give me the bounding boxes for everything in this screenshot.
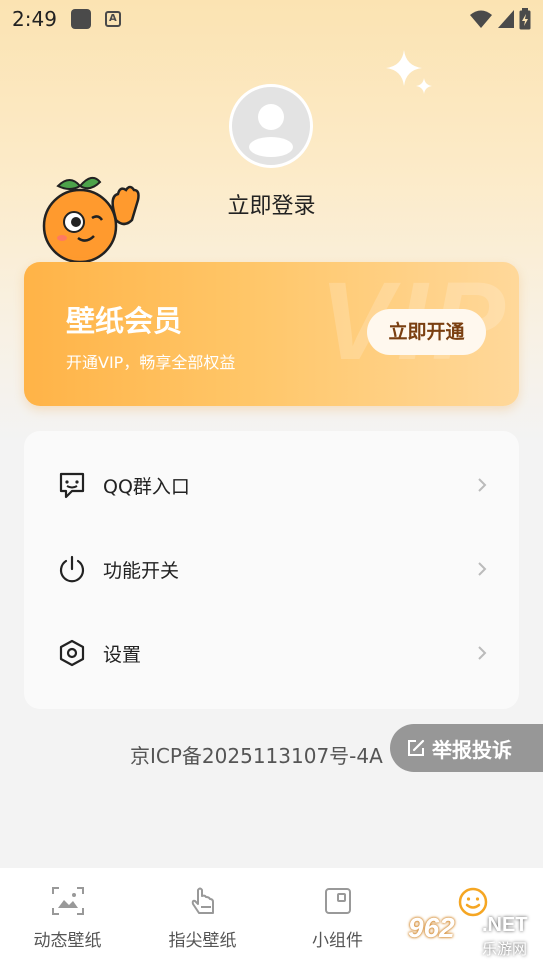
watermark-site-name: 乐游网 [482,940,528,958]
menu-item-label: 设置 [103,643,142,666]
sparkle-icon [386,50,432,94]
image-frame-icon [51,887,84,915]
hexagon-settings-icon [59,639,85,667]
status-icons [469,8,531,30]
signal-icon [498,10,514,28]
battery-icon [519,8,531,30]
power-icon [59,555,85,583]
tab-fingertip-wallpaper[interactable]: 指尖壁纸 [135,868,270,965]
chat-bubble-icon [59,472,85,499]
tab-live-wallpaper[interactable]: 动态壁纸 [0,868,135,965]
menu-item-label: QQ群入口 [103,475,190,498]
wifi-icon [470,10,492,28]
chevron-right-icon [478,562,487,576]
tab-label: 指尖壁纸 [168,931,237,951]
tab-label: 小组件 [312,931,363,951]
vip-membership-card[interactable]: VIP 壁纸会员 开通VIP，畅享全部权益 立即开通 [24,262,519,406]
edit-note-icon [408,739,425,756]
widget-icon [324,888,351,914]
user-silhouette-icon [249,104,293,157]
vip-title: 壁纸会员 [66,304,183,338]
chevron-right-icon [478,646,487,660]
menu-item-settings[interactable]: 设置 [24,611,519,695]
watermark-suffix: .NET [482,914,528,936]
keyboard-a-icon: A [104,11,121,27]
report-complaint-button[interactable]: 举报投诉 [390,724,543,772]
notification-app-icon [70,9,91,29]
finger-tap-icon [191,887,214,914]
tab-label: 动态壁纸 [33,931,102,951]
site-watermark-logo: 962 .NET 乐游网 [400,912,543,962]
menu-item-qq-group[interactable]: QQ群入口 [24,443,519,527]
vip-subtitle: 开通VIP，畅享全部权益 [66,353,236,372]
watermark-number: 962 [408,912,455,943]
report-label: 举报投诉 [432,737,512,762]
status-time: 2:49 [12,7,57,31]
status-bar: 2:49 A [0,0,543,38]
icp-license-text: 京ICP备2025113107号-4A [130,744,383,768]
menu-item-feature-toggle[interactable]: 功能开关 [24,527,519,611]
tab-widgets[interactable]: 小组件 [270,868,405,965]
menu-card: QQ群入口 功能开关 设置 [24,431,519,709]
avatar[interactable] [229,84,313,168]
chevron-right-icon [478,478,487,492]
vip-activate-button[interactable]: 立即开通 [367,309,486,355]
menu-item-label: 功能开关 [103,559,180,582]
orange-mascot-illustration [42,176,140,264]
